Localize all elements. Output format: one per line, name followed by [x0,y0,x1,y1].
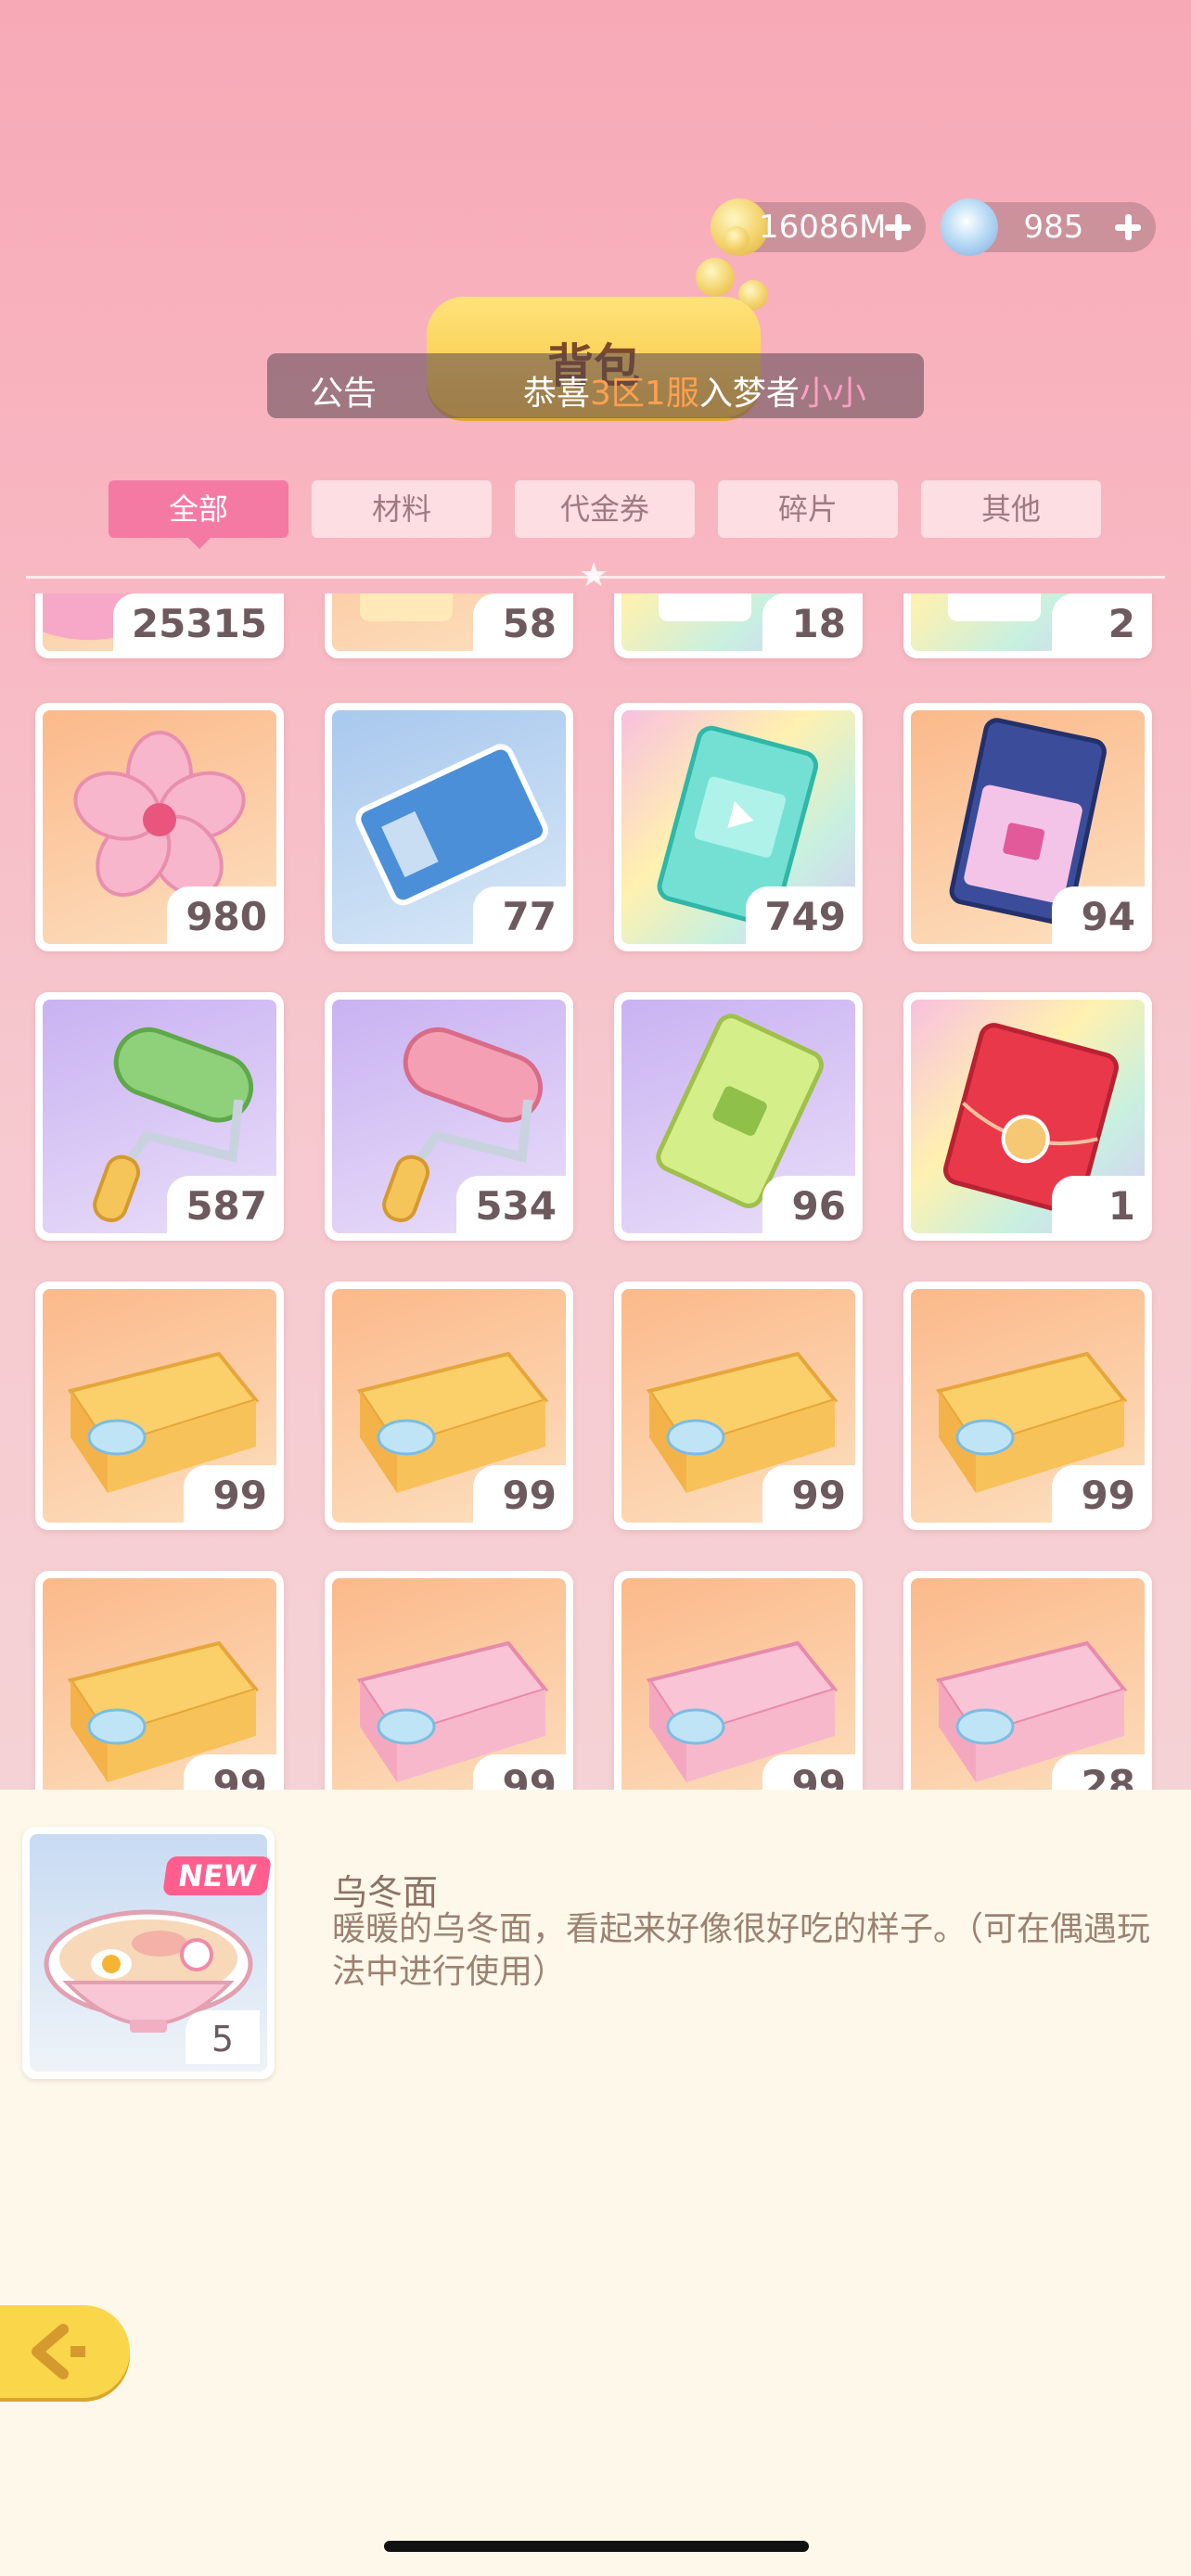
tab-other[interactable]: 其他 [921,480,1101,538]
inventory-item[interactable]: 99 [325,1571,573,1790]
coin-decoration-icon [724,226,749,252]
inventory-item[interactable]: 99 [35,1571,284,1790]
inventory-item[interactable]: 534 [325,992,573,1241]
active-tab-pointer [186,536,212,549]
inventory-item[interactable]: 96 [614,992,863,1241]
back-button[interactable] [0,2305,130,2398]
announcement-bar: 公告 恭喜3区1服入梦者小小 [267,353,924,418]
item-count: 99 [473,1754,566,1790]
announcement-server: 3区1服 [590,375,699,413]
tab-vouchers[interactable]: 代金券 [515,480,695,538]
item-count: 2 [1052,593,1145,651]
coin-balance: 16086M [711,198,926,256]
inventory-item[interactable]: 749 [614,703,863,951]
inventory-item[interactable]: 587 [35,992,284,1241]
inventory-item[interactable]: 28 [903,1571,1152,1790]
back-arrow-icon [32,2324,85,2379]
announcement-player-name: 小小 [799,375,866,413]
item-count: 77 [473,886,566,944]
tab-materials[interactable]: 材料 [312,480,492,538]
item-count: 58 [473,593,566,651]
item-description: 暖暖的乌冬面，看起来好像很好吃的样子。（可在偶遇玩法中进行使用） [332,1910,1151,1991]
item-count: 99 [184,1754,276,1790]
inventory-item[interactable]: 980 [35,703,284,951]
item-count: 99 [762,1754,855,1790]
item-count: 99 [473,1465,566,1523]
tab-fragments[interactable]: 碎片 [718,480,898,538]
gem-balance: 985 [941,198,1156,256]
coin-amount: 16086M [759,209,887,246]
inventory-item[interactable]: 18 [614,593,863,658]
announcement-label: 公告 [310,375,378,413]
item-count: 99 [1052,1465,1145,1523]
gem-amount: 985 [1023,209,1084,246]
inventory-item[interactable]: 99 [614,1571,863,1790]
item-grid[interactable]: 25315 58 18 2 980 77 749 94 587 534 96 1… [0,593,1191,1790]
inventory-screen: 16086M 985 背包 公告 恭喜3区1服入梦者小小 全部 材料 代金券 碎… [0,0,1191,2576]
item-count: 534 [456,1176,566,1233]
inventory-item[interactable]: 77 [325,703,573,951]
inventory-item[interactable]: 99 [35,1282,284,1530]
announcement-text: 入梦者 [698,375,800,413]
inventory-item[interactable]: 25315 [35,593,284,658]
tab-all[interactable]: 全部 [109,480,288,538]
item-count: 749 [746,886,855,944]
selected-item-count: 5 [186,2010,260,2064]
new-badge: NEW [162,1856,272,1895]
announcement-message: 恭喜3区1服入梦者小小 [523,366,894,414]
item-detail-panel: 5 NEW 乌冬面 暖暖的乌冬面，看起来好像很好吃的样子。（可在偶遇玩法中进行使… [0,1790,1191,2576]
selected-item-thumbnail: 5 NEW [22,1827,275,2079]
inventory-item[interactable]: 94 [903,703,1152,951]
item-count: 18 [762,593,855,651]
item-name: 乌冬面 [332,1872,439,1913]
inventory-item[interactable]: 58 [325,593,573,658]
crystal-icon [941,198,998,256]
item-count: 96 [762,1176,855,1233]
item-count: 980 [167,886,276,944]
coin-decoration-icon [696,258,735,297]
inventory-item[interactable]: 99 [325,1282,573,1530]
item-count: 94 [1052,886,1145,944]
announcement-text: 恭喜 [523,375,591,413]
item-count: 1 [1052,1176,1145,1233]
star-icon: ★ [579,556,609,594]
inventory-item[interactable]: 2 [903,593,1152,658]
add-gems-plus-icon[interactable] [1111,210,1145,244]
home-indicator[interactable] [384,2541,809,2552]
item-count: 28 [1052,1754,1145,1790]
inventory-item[interactable]: 99 [614,1282,863,1530]
item-count: 25315 [112,593,276,651]
item-count: 99 [762,1465,855,1523]
item-count: 587 [167,1176,276,1233]
inventory-item[interactable]: 1 [903,992,1152,1241]
item-count: 99 [184,1465,276,1523]
inventory-item[interactable]: 99 [903,1282,1152,1530]
add-coins-plus-icon[interactable] [881,210,915,244]
